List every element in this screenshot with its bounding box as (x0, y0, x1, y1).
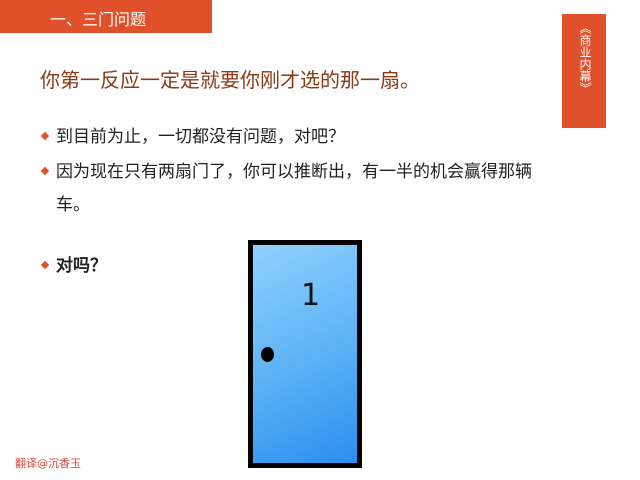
diamond-bullet-icon (40, 166, 50, 176)
door-illustration: 1 (248, 240, 362, 468)
section-title: 一、三门问题 (50, 10, 147, 29)
diamond-bullet-icon (40, 260, 50, 270)
door-knob-icon (261, 347, 274, 362)
source-tab: 《商业内幕》 (562, 14, 606, 128)
bullet-item: 因为现在只有两扇门了，你可以推断出，有一半的机会赢得那辆车。 (40, 156, 556, 222)
slide-title: 你第一反应一定是就要你刚才选的那一扇。 (40, 68, 420, 92)
diamond-bullet-icon (40, 131, 50, 141)
watermark: 翻译@沉香玉 (15, 457, 81, 470)
section-header: 一、三门问题 (0, 0, 212, 33)
bullet-item: 到目前为止，一切都没有问题，对吧？ (40, 121, 576, 154)
door-number: 1 (301, 278, 321, 313)
source-label: 《商业内幕》 (578, 22, 592, 94)
